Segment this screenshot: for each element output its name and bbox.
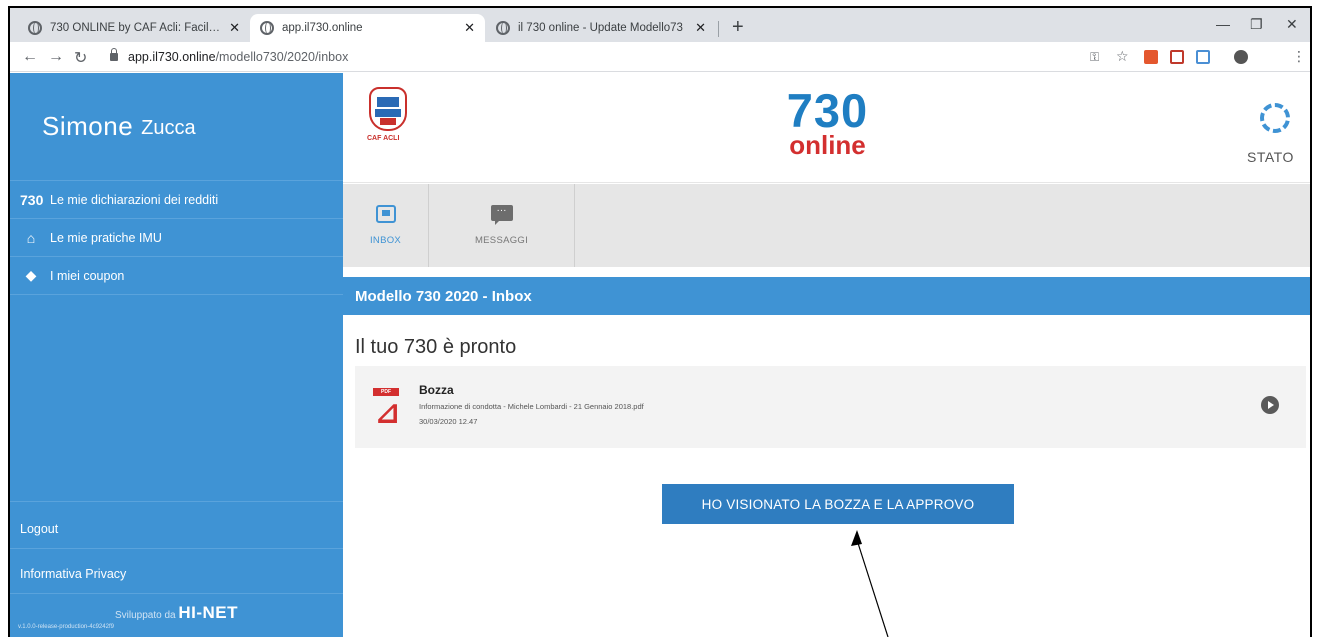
url-domain: app.il730.online xyxy=(128,50,216,64)
sidebar-item-label: Le mie pratiche IMU xyxy=(50,230,162,245)
tag-icon: ◆ xyxy=(25,267,37,283)
globe-icon xyxy=(260,21,274,35)
profile-icon[interactable] xyxy=(1234,50,1248,64)
brand-word: online xyxy=(789,130,866,160)
forward-icon[interactable]: → xyxy=(48,48,64,66)
close-icon[interactable]: ✕ xyxy=(464,20,475,36)
stato-label[interactable]: STATO xyxy=(1247,149,1294,165)
page-tabs: INBOX ··· MESSAGGI xyxy=(343,184,1310,267)
hinet-logo: HI-NET xyxy=(178,603,239,622)
tab-inbox[interactable]: INBOX xyxy=(343,184,429,267)
extension-icon[interactable] xyxy=(1196,50,1210,64)
document-description: Informazione di condotta - Michele Lomba… xyxy=(419,402,644,411)
browser-tab-1[interactable]: 730 ONLINE by CAF Acli: Facile, S ✕ xyxy=(18,14,250,42)
document-card[interactable]: PDF ⊿ Bozza Informazione di condotta - M… xyxy=(355,366,1306,448)
browser-tab-3[interactable]: il 730 online - Update Modello73 ✕ xyxy=(486,14,716,42)
sidebar-divider xyxy=(10,593,343,594)
globe-icon xyxy=(28,21,42,35)
developer-credit: Sviluppato da HI-NET xyxy=(10,603,343,623)
message-icon: ··· xyxy=(490,205,513,225)
sidebar-item-coupon[interactable]: ◆ I miei coupon xyxy=(10,257,343,295)
close-icon[interactable]: ✕ xyxy=(229,20,240,36)
inbox-icon xyxy=(375,205,396,223)
maximize-icon[interactable]: ❐ xyxy=(1250,16,1263,33)
user-first-name: Simone xyxy=(42,111,134,141)
app-header: CAF ACLI 730 online STATO xyxy=(343,73,1310,183)
browser-tab-2[interactable]: app.il730.online ✕ xyxy=(250,14,485,42)
version-text: v.1.0.0-release-production-4c9242f9 xyxy=(18,624,114,630)
sidebar: Simone Zucca 730 Le mie dichiarazioni de… xyxy=(10,73,343,637)
new-tab-icon[interactable]: + xyxy=(732,16,744,39)
screenshot-frame: 730 ONLINE by CAF Acli: Facile, S ✕ app.… xyxy=(8,6,1312,637)
status-spinner-icon[interactable] xyxy=(1260,103,1290,133)
back-icon[interactable]: ← xyxy=(22,48,38,66)
tab-label: INBOX xyxy=(369,235,402,246)
document-date: 30/03/2020 12.47 xyxy=(419,417,478,426)
sidebar-divider xyxy=(10,501,343,502)
close-icon[interactable]: ✕ xyxy=(695,20,706,36)
730-icon: 730 xyxy=(20,191,44,208)
sidebar-item-dichiarazioni[interactable]: 730 Le mie dichiarazioni dei redditi xyxy=(10,181,343,219)
tab-label: MESSAGGI xyxy=(474,235,529,246)
sidebar-item-label: Le mie dichiarazioni dei redditi xyxy=(50,192,219,207)
house-icon: ⌂ xyxy=(26,229,36,246)
extension-icon[interactable] xyxy=(1170,50,1184,64)
sidebar-item-imu[interactable]: ⌂ Le mie pratiche IMU xyxy=(10,219,343,257)
user-last-name: Zucca xyxy=(141,117,196,139)
open-document-icon[interactable] xyxy=(1261,396,1279,414)
tab-separator xyxy=(718,21,719,37)
browser-tab-strip: 730 ONLINE by CAF Acli: Facile, S ✕ app.… xyxy=(10,8,1310,42)
developer-prefix: Sviluppato da xyxy=(114,610,176,621)
browser-tab-title: app.il730.online xyxy=(282,22,363,34)
privacy-link[interactable]: Informativa Privacy xyxy=(20,567,126,581)
sidebar-divider xyxy=(10,548,343,549)
browser-tab-title: il 730 online - Update Modello73 xyxy=(518,22,683,34)
url-path: /modello730/2020/inbox xyxy=(215,50,349,64)
close-window-icon[interactable]: ✕ xyxy=(1286,16,1298,33)
extension-icon[interactable] xyxy=(1144,50,1158,64)
globe-icon xyxy=(496,21,510,35)
url-field[interactable]: app.il730.online/modello730/2020/inbox xyxy=(110,45,1070,69)
key-icon[interactable]: ⚿ xyxy=(1090,50,1099,65)
approve-draft-button[interactable]: HO VISIONATO LA BOZZA E LA APPROVO xyxy=(662,484,1014,524)
tab-messaggi[interactable]: ··· MESSAGGI xyxy=(429,184,575,267)
main-content: CAF ACLI 730 online STATO INBOX ··· MESS… xyxy=(343,73,1310,637)
lock-icon xyxy=(110,48,118,61)
document-name: Bozza xyxy=(419,383,454,397)
address-bar: ← → ↻ app.il730.online/modello730/2020/i… xyxy=(10,42,1310,72)
browser-tab-title: 730 ONLINE by CAF Acli: Facile, S xyxy=(50,22,224,34)
section-title: Il tuo 730 è pronto xyxy=(355,336,517,358)
user-block: Simone Zucca xyxy=(10,73,343,181)
brand-number: 730 xyxy=(786,84,869,137)
pdf-icon: PDF ⊿ xyxy=(373,388,401,430)
reload-icon[interactable]: ↻ xyxy=(74,48,87,68)
sidebar-item-label: I miei coupon xyxy=(50,268,125,283)
logout-link[interactable]: Logout xyxy=(20,522,58,536)
menu-icon[interactable]: ⋮ xyxy=(1292,48,1306,65)
star-icon[interactable]: ☆ xyxy=(1116,48,1129,65)
minimize-icon[interactable]: — xyxy=(1216,16,1230,32)
page-title: Modello 730 2020 - Inbox xyxy=(343,277,1310,315)
